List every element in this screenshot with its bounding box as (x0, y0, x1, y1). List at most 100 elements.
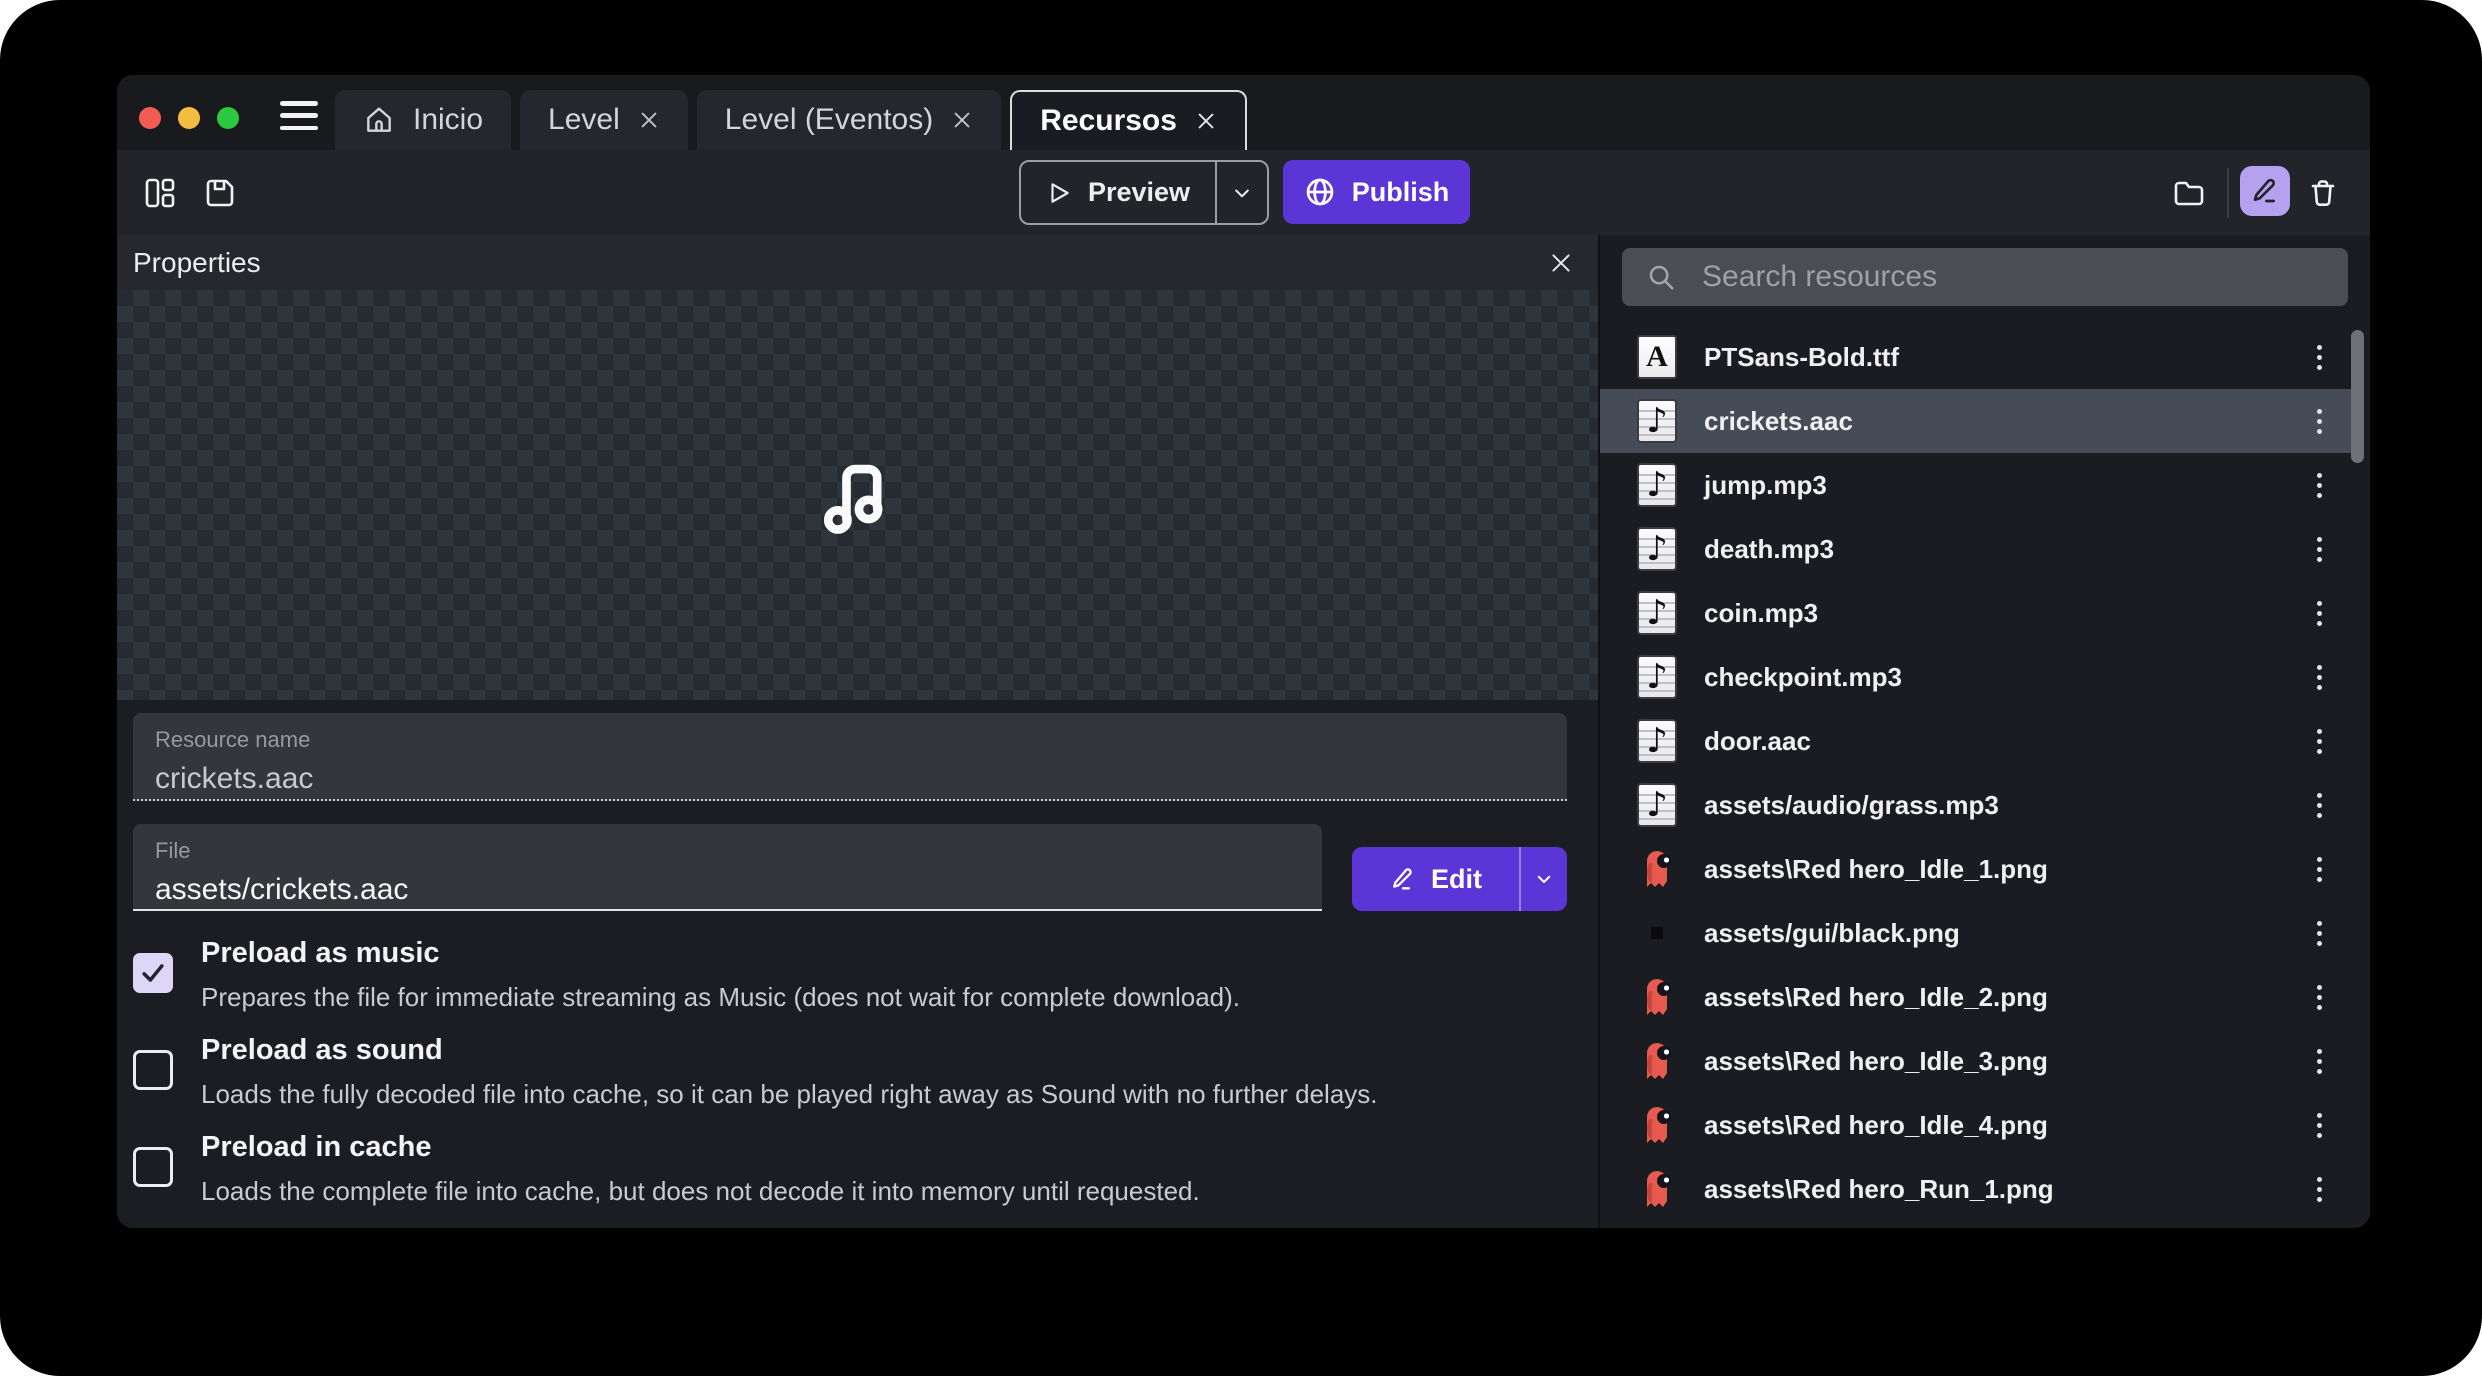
resource-thumbnail: ♪ (1635, 719, 1679, 763)
tab-label: Inicio (413, 103, 483, 137)
option-title: Preload as music (201, 937, 1240, 970)
resources-scrollbar[interactable] (2351, 330, 2364, 463)
tab[interactable]: Recursos (1010, 90, 1247, 150)
resource-thumbnail (1635, 975, 1679, 1019)
tab-close-icon[interactable] (1195, 110, 1217, 132)
tab-close-icon[interactable] (638, 109, 660, 131)
maximize-window-button[interactable] (217, 107, 239, 129)
resource-options-icon[interactable] (2311, 851, 2328, 888)
file-label: File (155, 838, 1322, 864)
resource-list-item[interactable]: assets/gui/black.png (1600, 901, 2352, 965)
pencil-icon (2249, 175, 2281, 207)
resource-list: A PTSans-Bold.ttf (1600, 325, 2352, 1221)
save-icon[interactable] (203, 176, 237, 210)
option-description: Loads the fully decoded file into cache,… (201, 1079, 1378, 1110)
resource-name: assets/gui/black.png (1704, 918, 1960, 949)
resource-list-item[interactable]: ♪ coin.mp3 (1600, 581, 2352, 645)
resource-list-item[interactable]: ♪ checkpoint.mp3 (1600, 645, 2352, 709)
resource-name: checkpoint.mp3 (1704, 662, 1902, 693)
option-description: Loads the complete file into cache, but … (201, 1176, 1200, 1207)
resource-list-item[interactable]: assets\Red hero_Idle_1.png (1600, 837, 2352, 901)
edit-file-dropdown-button[interactable] (1519, 847, 1567, 911)
project-manager-icon[interactable] (143, 176, 177, 210)
resource-options-icon[interactable] (2311, 723, 2328, 760)
resource-name: assets\Red hero_Idle_1.png (1704, 854, 2048, 885)
resource-options-icon[interactable] (2311, 467, 2328, 504)
close-properties-icon[interactable] (1548, 250, 1574, 276)
resource-options-icon[interactable] (2311, 979, 2328, 1016)
checkbox[interactable] (133, 953, 173, 993)
edit-mode-toggle-button[interactable] (2240, 166, 2290, 216)
resource-options-icon[interactable] (2311, 531, 2328, 568)
black-image-icon (1651, 927, 1663, 939)
resource-name-value: crickets.aac (155, 762, 1567, 808)
resource-thumbnail (1635, 1039, 1679, 1083)
close-window-button[interactable] (139, 107, 161, 129)
resources-panel: A PTSans-Bold.ttf (1600, 235, 2370, 1228)
tab-label: Recursos (1040, 104, 1177, 138)
resource-options-icon[interactable] (2311, 915, 2328, 952)
tab[interactable]: Level (Eventos) (697, 90, 1001, 150)
resource-list-item[interactable]: A PTSans-Bold.ttf (1600, 325, 2352, 389)
play-icon (1046, 180, 1072, 206)
resource-list-item[interactable]: ♪ door.aac (1600, 709, 2352, 773)
resource-options-icon[interactable] (2311, 1043, 2328, 1080)
resource-list-item[interactable]: ♪ jump.mp3 (1600, 453, 2352, 517)
open-folder-icon[interactable] (2172, 176, 2206, 210)
home-icon (363, 104, 395, 136)
properties-header: Properties (117, 235, 1598, 290)
search-input[interactable] (1702, 260, 2328, 294)
resource-thumbnail (1635, 1167, 1679, 1211)
main-content: Properties Resource name cricke (117, 235, 2370, 1228)
resource-list-item[interactable]: ♪ death.mp3 (1600, 517, 2352, 581)
option-text: Preload in cache Loads the complete file… (201, 1131, 1200, 1207)
resource-name: door.aac (1704, 726, 1811, 757)
resource-options-icon[interactable] (2311, 595, 2328, 632)
resource-name-field[interactable]: Resource name crickets.aac (133, 713, 1567, 801)
resource-list-item[interactable]: assets\Red hero_Run_1.png (1600, 1157, 2352, 1221)
preview-dropdown-button[interactable] (1215, 162, 1267, 223)
minimize-window-button[interactable] (178, 107, 200, 129)
resource-options-icon[interactable] (2311, 403, 2328, 440)
resource-options-icon[interactable] (2311, 339, 2328, 376)
toolbar-divider (2227, 168, 2229, 218)
chevron-down-icon (1535, 870, 1553, 888)
resource-thumbnail: A (1635, 335, 1679, 379)
preload-option: Preload as music Prepares the file for i… (133, 937, 1582, 1013)
resource-options-icon[interactable] (2311, 1171, 2328, 1208)
resource-thumbnail: ♪ (1635, 591, 1679, 635)
resource-list-item[interactable]: ♪ crickets.aac (1600, 389, 2352, 453)
file-field[interactable]: File assets/crickets.aac (133, 824, 1322, 911)
search-icon (1646, 262, 1676, 292)
resource-options-icon[interactable] (2311, 1107, 2328, 1144)
preload-option: Preload as sound Loads the fully decoded… (133, 1034, 1582, 1110)
audio-file-icon: ♪ (1637, 783, 1677, 827)
resource-list-item[interactable]: assets\Red hero_Idle_3.png (1600, 1029, 2352, 1093)
resource-list-item[interactable]: assets\Red hero_Idle_4.png (1600, 1093, 2352, 1157)
publish-button[interactable]: Publish (1283, 160, 1470, 224)
tab-label: Level (Eventos) (725, 103, 933, 137)
checkbox[interactable] (133, 1147, 173, 1187)
search-resources-box[interactable] (1622, 248, 2348, 306)
edit-file-button-main[interactable]: Edit (1352, 847, 1519, 911)
tab-label: Level (548, 103, 620, 137)
tab[interactable]: Inicio (335, 90, 511, 150)
edit-file-button[interactable]: Edit (1352, 847, 1567, 911)
main-menu-icon[interactable] (280, 99, 318, 132)
resource-options-icon[interactable] (2311, 787, 2328, 824)
resource-list-item[interactable]: ♪ assets/audio/grass.mp3 (1600, 773, 2352, 837)
red-hero-sprite-icon (1639, 1039, 1675, 1083)
tab-list: Inicio Level Level (Eventos) (335, 90, 1247, 150)
preview-button[interactable]: Preview (1019, 160, 1269, 225)
tab[interactable]: Level (520, 90, 688, 150)
tab-close-icon[interactable] (951, 109, 973, 131)
resource-name-label: Resource name (155, 727, 1567, 753)
resource-options-icon[interactable] (2311, 659, 2328, 696)
trash-icon[interactable] (2306, 176, 2340, 210)
option-title: Preload as sound (201, 1034, 1378, 1067)
properties-form: Resource name crickets.aac File assets/c… (117, 700, 1598, 1228)
checkbox[interactable] (133, 1050, 173, 1090)
resource-list-item[interactable]: assets\Red hero_Idle_2.png (1600, 965, 2352, 1029)
resource-thumbnail: ♪ (1635, 399, 1679, 443)
preview-button-main[interactable]: Preview (1021, 162, 1215, 223)
